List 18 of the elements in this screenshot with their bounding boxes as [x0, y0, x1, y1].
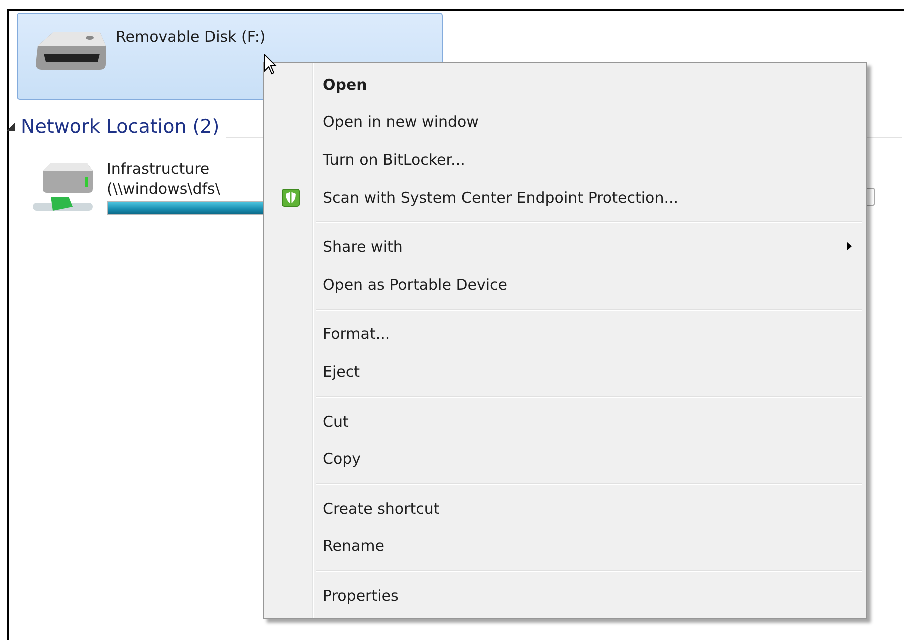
menu-item[interactable]: Properties	[266, 577, 864, 615]
network-drive-name: Infrastructure	[107, 159, 210, 179]
menu-item[interactable]: Cut	[266, 402, 864, 440]
menu-item[interactable]: Copy	[266, 440, 864, 478]
cursor-icon	[264, 54, 278, 76]
menu-item[interactable]: Open in new window	[266, 104, 864, 142]
drive-name: Removable Disk (F:)	[116, 28, 266, 46]
menu-item[interactable]: Eject	[266, 353, 864, 391]
menu-item[interactable]: Create shortcut	[266, 490, 864, 528]
menu-item[interactable]: Scan with System Center Endpoint Protection...	[266, 178, 864, 216]
menu-item[interactable]: Turn on BitLocker...	[266, 141, 864, 179]
menu-item[interactable]: Rename	[266, 528, 864, 566]
menu-item[interactable]: Open as Portable Device	[266, 266, 864, 304]
collapse-triangle-icon[interactable]	[7, 122, 15, 130]
menu-item[interactable]: Format...	[266, 316, 864, 354]
group-header[interactable]: Network Location (2)	[21, 116, 220, 138]
menu-item[interactable]: Share with	[266, 228, 864, 266]
network-path: (\\windows\dfs\	[107, 179, 220, 199]
